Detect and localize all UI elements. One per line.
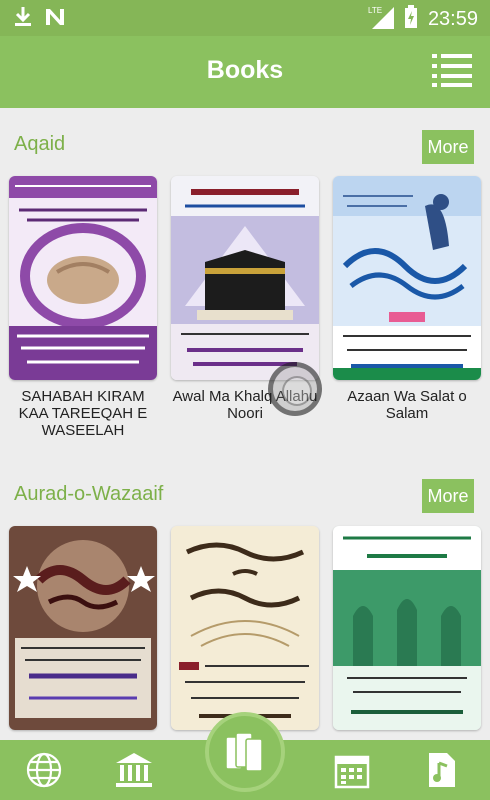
book-cover [9,176,157,380]
book-title: SAHABAH KIRAM KAA TAREEQAH E WASEELAH [18,388,148,439]
book-cover [171,526,319,730]
book-card[interactable]: SAHABAH KIRAM KAA TAREEQAH E WASEELAH [9,176,157,439]
section-title-aqaid: Aqaid [14,133,66,155]
list-menu-icon[interactable] [432,52,472,88]
book-title: Azaan Wa Salat o Salam [347,388,467,422]
book-cover [9,526,157,730]
books-icon[interactable] [205,712,285,792]
music-note-icon[interactable] [422,750,462,790]
page-title: Books [206,56,284,84]
signal-icon: LTE [368,5,394,34]
download-icon [14,6,32,33]
globe-icon[interactable] [24,750,64,790]
battery-icon [404,5,418,34]
network-label: LTE [368,6,382,15]
more-button-aqaid[interactable]: More [422,130,474,164]
book-cover [333,176,481,380]
book-cover [333,526,481,730]
clock: 23:59 [427,8,478,30]
more-button-aurad-o-wazaaif[interactable]: More [422,479,474,513]
book-card[interactable]: Azaan Wa Salat o Salam [333,176,481,422]
section-title-aurad-o-wazaaif: Aurad-o-Wazaaif [14,483,164,505]
calendar-icon[interactable] [332,750,372,790]
library-icon[interactable] [114,750,154,790]
book-card[interactable] [333,526,481,730]
status-bar: LTE 23:59 [0,0,490,36]
book-card[interactable] [9,526,157,730]
app-bar: Books [0,36,490,108]
touch-indicator [268,362,322,416]
n-notification-icon [44,7,66,32]
book-cover [171,176,319,380]
book-card[interactable] [171,526,319,730]
